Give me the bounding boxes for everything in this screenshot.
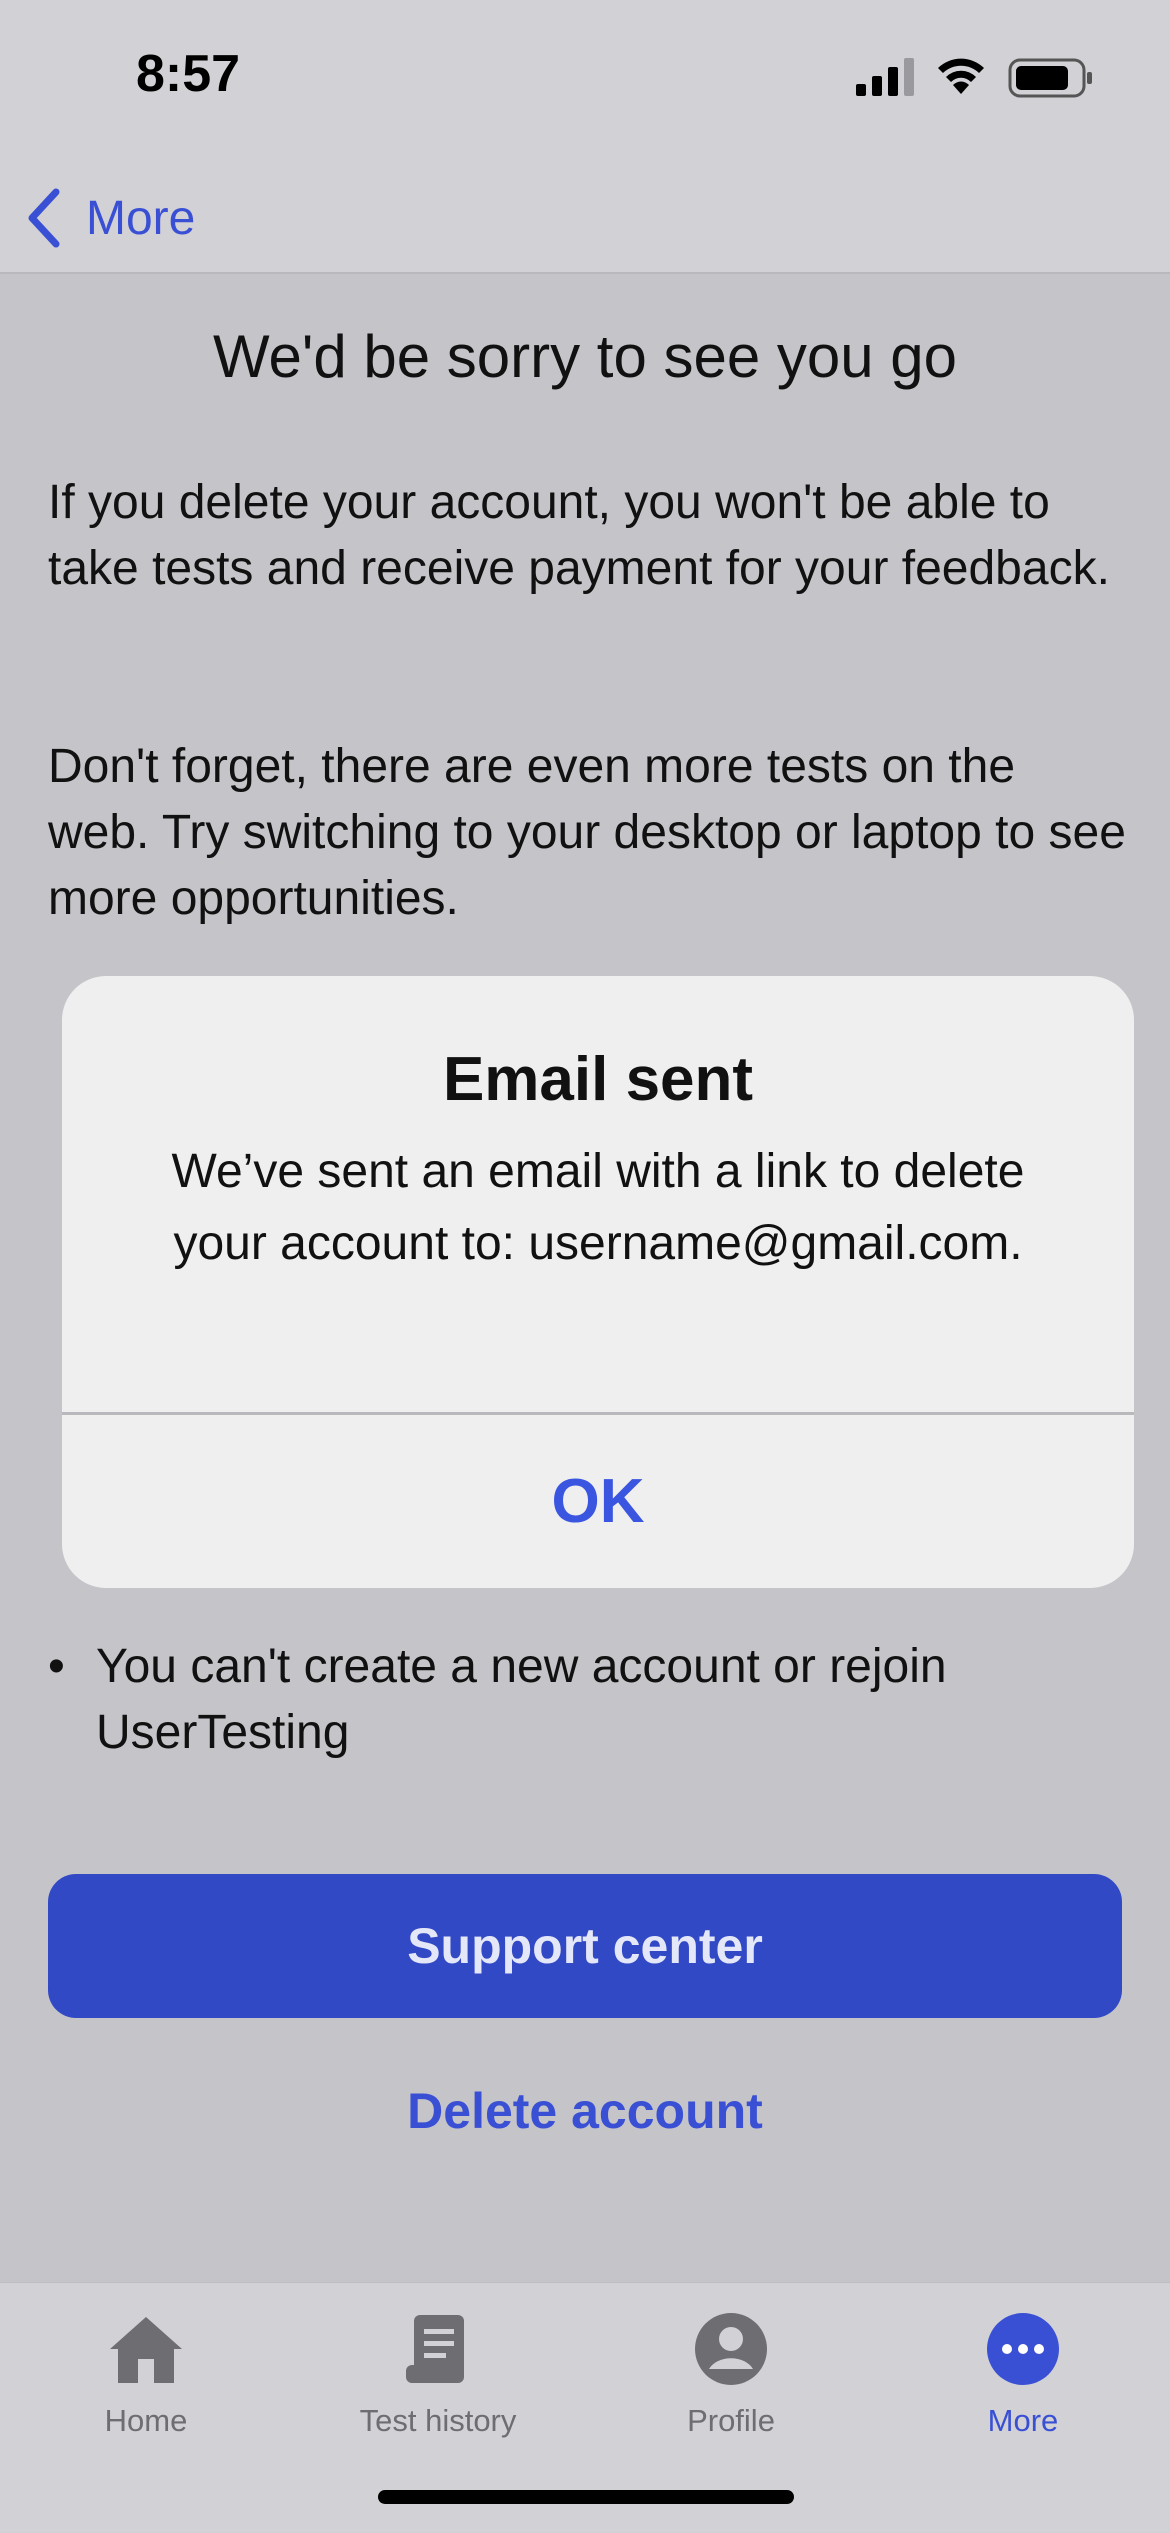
email-sent-alert: Email sent We’ve sent an email with a li… [62,976,1134,1588]
tab-profile[interactable]: Profile [585,2293,877,2473]
paragraph-web-tests-info: Don't forget, there are even more tests … [48,740,1126,925]
back-button[interactable]: More [24,178,195,258]
tab-profile-label: Profile [687,2403,775,2438]
battery-icon [1008,58,1092,98]
status-bar: 8:57 [0,0,1170,160]
bullet-dot: • [48,1640,65,1693]
wifi-icon [938,58,984,94]
back-button-label: More [86,191,196,245]
list-item: • You can't create a new account or rejo… [48,1634,1128,1766]
test-history-icon [406,2315,464,2383]
navigation-bar: More [0,160,1170,274]
home-indicator [378,2490,794,2504]
cellular-signal-icon [856,58,914,96]
page-title: We'd be sorry to see you go [212,323,958,390]
tab-home-label: Home [104,2403,188,2438]
tab-test-history-label: Test history [359,2403,517,2438]
tab-test-history[interactable]: Test history [292,2293,584,2473]
delete-account-button[interactable]: Delete account [0,2082,1170,2140]
alert-title: Email sent [442,1045,754,1114]
tab-more-label: More [987,2403,1059,2438]
support-center-button[interactable]: Support center [48,1874,1122,2018]
alert-ok-button[interactable]: OK [62,1415,1134,1588]
tab-home[interactable]: Home [0,2293,292,2473]
list-item-text: You can't create a new account or rejoin… [96,1640,947,1759]
profile-icon [695,2313,767,2385]
home-icon [110,2317,182,2383]
paragraph-account-deletion-info: If you delete your account, you won't be… [48,476,1110,595]
chevron-left-icon [28,188,60,248]
tab-more[interactable]: More [877,2293,1169,2473]
alert-message: We’ve sent an email with a link to delet… [171,1145,1025,1270]
status-time: 8:57 [136,45,241,103]
more-icon [987,2313,1059,2385]
